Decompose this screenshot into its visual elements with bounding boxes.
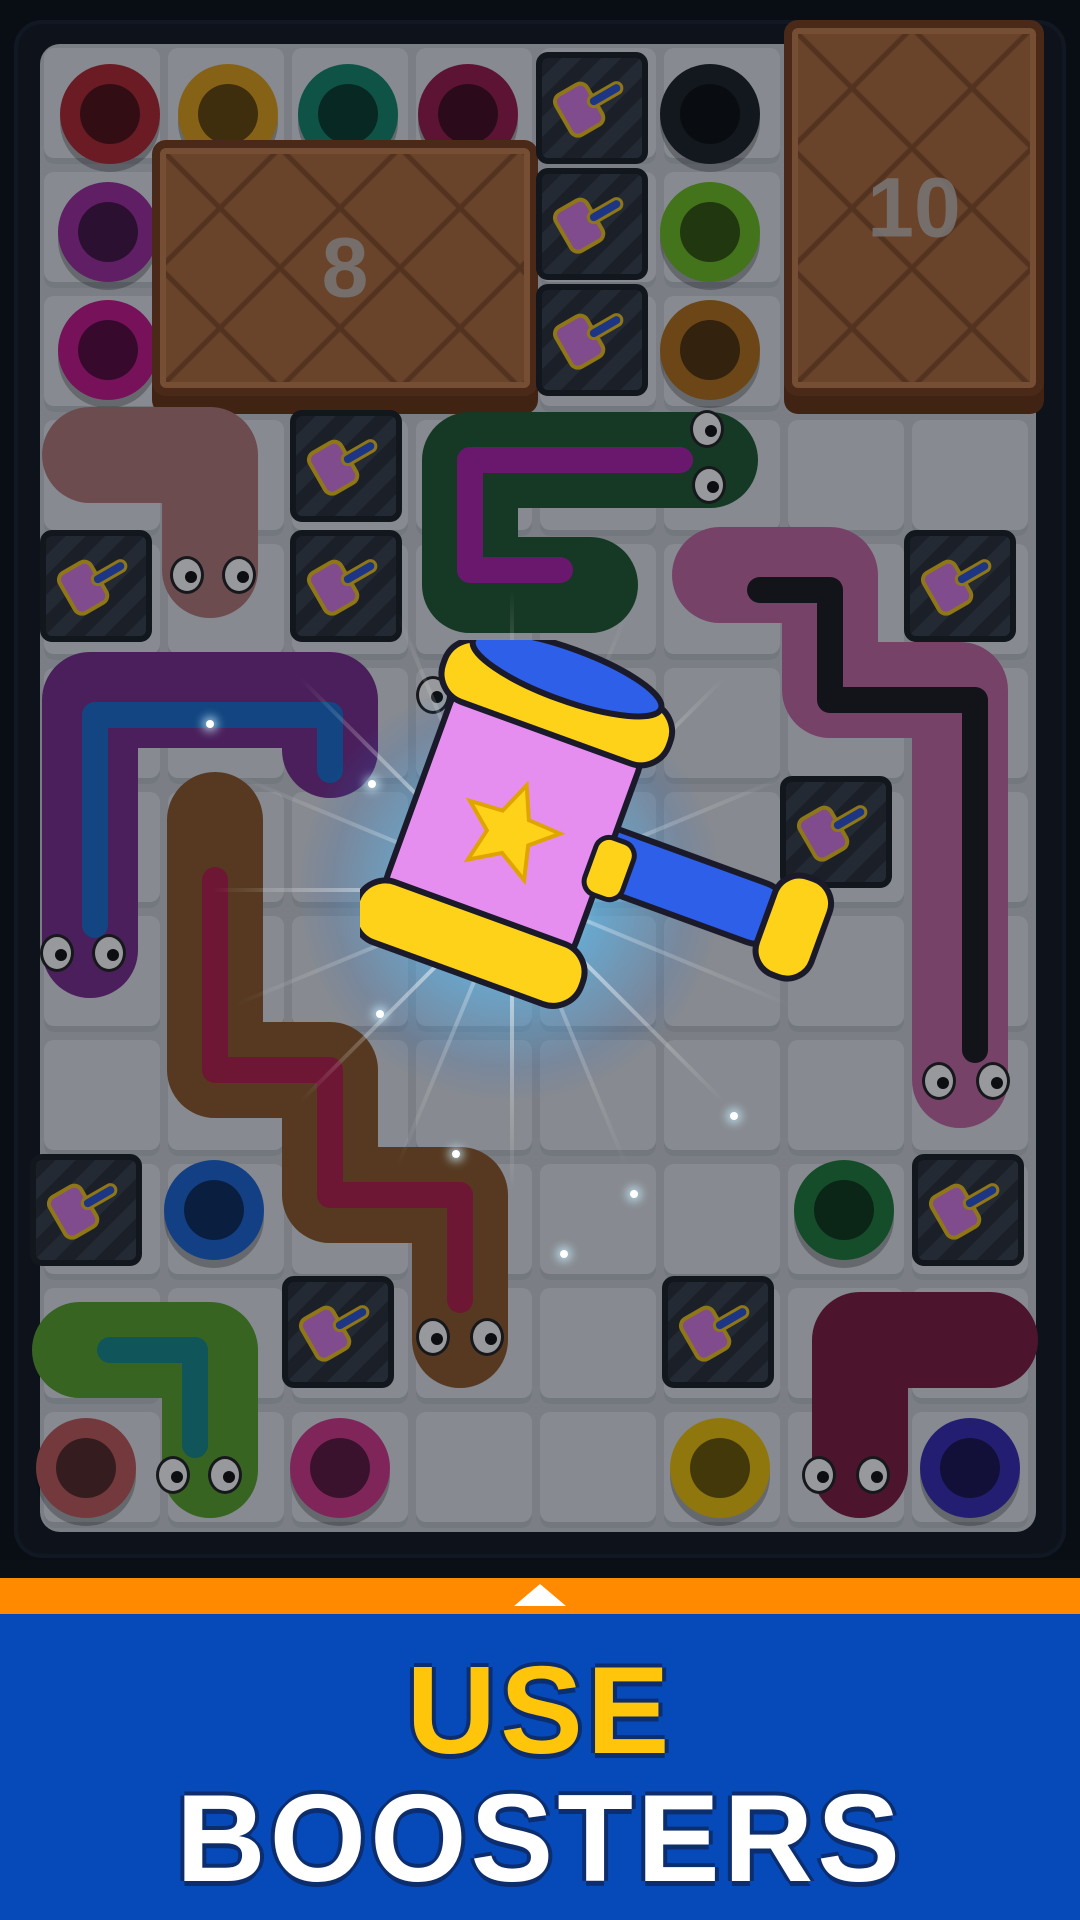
- sparkle: [630, 1190, 638, 1198]
- headline-line-1: USE: [406, 1642, 674, 1780]
- headline-line-2: BOOSTERS: [176, 1770, 904, 1908]
- snake-eye: [92, 934, 126, 972]
- up-arrow-icon: [514, 1584, 566, 1606]
- sparkle: [560, 1250, 568, 1258]
- sparkle: [206, 720, 214, 728]
- snake-eye: [802, 1456, 836, 1494]
- snake-eye: [40, 934, 74, 972]
- snake-eye: [416, 1318, 450, 1356]
- snake-eye: [976, 1062, 1010, 1100]
- snake-eye: [692, 466, 726, 504]
- sparkle: [452, 1150, 460, 1158]
- snake-eye: [156, 1456, 190, 1494]
- snake-eye: [470, 1318, 504, 1356]
- snake-maroon: [812, 1292, 1038, 1518]
- snake-eye: [856, 1456, 890, 1494]
- snake-eye: [170, 556, 204, 594]
- snake-eye: [222, 556, 256, 594]
- snake-eye: [690, 410, 724, 448]
- snake-eye: [922, 1062, 956, 1100]
- sparkle: [730, 1112, 738, 1120]
- snake-eye: [208, 1456, 242, 1494]
- snake-rose: [42, 407, 258, 618]
- hammer-booster-icon[interactable]: [360, 640, 880, 1060]
